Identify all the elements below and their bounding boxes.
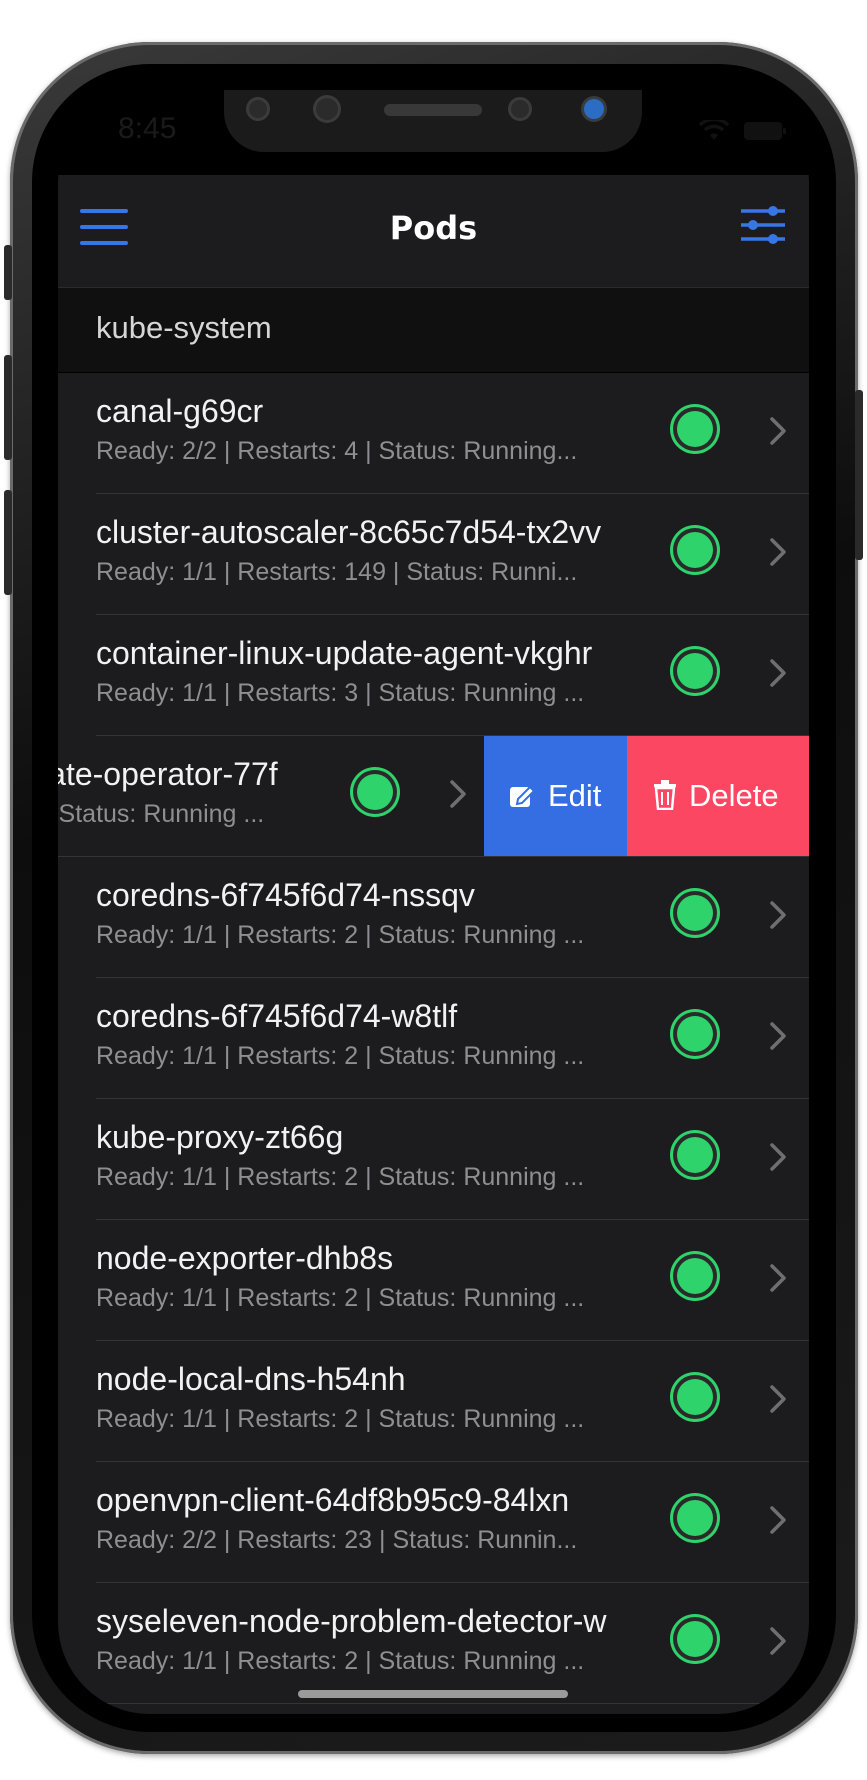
page-title: Pods <box>389 209 478 247</box>
list-item[interactable]: node-local-dns-h54nh Ready: 1/1 | Restar… <box>58 1341 809 1462</box>
chevron-right-icon <box>770 417 786 445</box>
pod-name: node-exporter-dhb8s <box>96 1240 394 1276</box>
navigation-bar: Pods <box>58 175 809 288</box>
volume-up-button <box>4 355 12 460</box>
status-indicator <box>677 1016 713 1052</box>
pod-details: Ready: 1/1 | Restarts: 5 | Status: Runni… <box>58 800 265 828</box>
battery-icon <box>744 122 786 140</box>
delete-label: Delete <box>689 778 779 813</box>
wifi-icon <box>699 120 729 140</box>
pod-details: Ready: 1/1 | Restarts: 2 | Status: Runni… <box>96 1647 585 1675</box>
trash-icon <box>654 780 676 810</box>
pod-name: syseleven-node-problem-detector-w <box>96 1603 607 1639</box>
chevron-right-icon <box>770 538 786 566</box>
list-item-swiped[interactable]: container-linux-update-operator-77f Read… <box>58 736 809 857</box>
edit-icon <box>510 785 536 807</box>
sensor-icon <box>316 98 338 120</box>
chevron-right-icon <box>770 901 786 929</box>
power-button <box>855 390 863 560</box>
speaker-grille <box>384 104 482 116</box>
camera-icon <box>584 99 604 119</box>
pod-details: Ready: 1/1 | Restarts: 2 | Status: Runni… <box>96 921 585 949</box>
status-indicator <box>677 1137 713 1173</box>
chevron-right-icon <box>770 659 786 687</box>
chevron-right-icon <box>770 1506 786 1534</box>
chevron-right-icon <box>770 1022 786 1050</box>
status-indicator <box>677 653 713 689</box>
list-item[interactable]: tiller-deploy-78f79bb476-dz6bz <box>58 1704 809 1714</box>
volume-down-button <box>4 490 12 595</box>
pod-name: container-linux-update-agent-vkghr <box>96 635 593 671</box>
pod-details: Ready: 1/1 | Restarts: 2 | Status: Runni… <box>96 1405 585 1433</box>
pod-name: kube-proxy-zt66g <box>96 1119 344 1155</box>
namespace-label: kube-system <box>96 310 272 345</box>
pod-details: Ready: 1/1 | Restarts: 2 | Status: Runni… <box>96 1163 585 1191</box>
status-indicator <box>677 1258 713 1294</box>
pod-name: canal-g69cr <box>96 393 264 429</box>
status-indicator <box>677 1379 713 1415</box>
filter-sliders-icon[interactable] <box>739 203 787 247</box>
pod-name: coredns-6f745f6d74-nssqv <box>96 877 475 913</box>
delete-button[interactable]: Delete <box>627 736 809 857</box>
status-indicator <box>677 411 713 447</box>
status-indicator <box>677 895 713 931</box>
chevron-right-icon <box>770 1385 786 1413</box>
status-indicator <box>677 1621 713 1657</box>
pod-name: node-local-dns-h54nh <box>96 1361 406 1397</box>
list-item[interactable]: container-linux-update-agent-vkghr Ready… <box>58 615 809 736</box>
list-item[interactable]: syseleven-node-problem-detector-w Ready:… <box>58 1583 809 1704</box>
pod-name: container-linux-update-operator-77f <box>58 756 278 792</box>
status-indicator <box>677 532 713 568</box>
pod-name: openvpn-client-64df8b95c9-84lxn <box>96 1482 570 1518</box>
pod-details: Ready: 1/1 | Restarts: 2 | Status: Runni… <box>96 1042 585 1070</box>
list-item[interactable]: node-exporter-dhb8s Ready: 1/1 | Restart… <box>58 1220 809 1341</box>
screen: 8:45 Pods kube-system canal-g69cr Ready:… <box>58 90 809 1714</box>
status-indicator <box>357 774 393 810</box>
status-indicator <box>677 1500 713 1536</box>
status-indicators <box>699 120 787 142</box>
edit-button[interactable]: Edit <box>484 736 627 857</box>
swiped-row-content: container-linux-update-operator-77f Read… <box>58 736 489 857</box>
pod-details: Ready: 1/1 | Restarts: 149 | Status: Run… <box>96 558 578 586</box>
pod-name: coredns-6f745f6d74-w8tlf <box>96 998 458 1034</box>
sensor-icon <box>249 100 267 118</box>
pod-details: Ready: 2/2 | Restarts: 23 | Status: Runn… <box>96 1526 578 1554</box>
pod-name: cluster-autoscaler-8c65c7d54-tx2vv <box>96 514 602 550</box>
sensor-icon <box>511 100 529 118</box>
edit-label: Edit <box>548 778 602 813</box>
pod-details: Ready: 1/1 | Restarts: 3 | Status: Runni… <box>96 679 585 707</box>
chevron-right-icon <box>770 1143 786 1171</box>
status-time: 8:45 <box>118 112 177 145</box>
chevron-right-icon <box>450 780 466 808</box>
pod-details: Ready: 2/2 | Restarts: 4 | Status: Runni… <box>96 437 578 465</box>
list-item[interactable]: cluster-autoscaler-8c65c7d54-tx2vv Ready… <box>58 494 809 615</box>
list-item[interactable]: coredns-6f745f6d74-nssqv Ready: 1/1 | Re… <box>58 857 809 978</box>
notch <box>224 90 642 152</box>
mute-switch <box>4 245 12 300</box>
chevron-right-icon <box>770 1264 786 1292</box>
list-item[interactable]: coredns-6f745f6d74-w8tlf Ready: 1/1 | Re… <box>58 978 809 1099</box>
pod-details: Ready: 1/1 | Restarts: 2 | Status: Runni… <box>96 1284 585 1312</box>
chevron-right-icon <box>770 1627 786 1655</box>
home-indicator[interactable] <box>298 1690 568 1698</box>
list-item[interactable]: kube-proxy-zt66g Ready: 1/1 | Restarts: … <box>58 1099 809 1220</box>
namespace-section-header: kube-system <box>58 288 809 372</box>
list-item[interactable]: openvpn-client-64df8b95c9-84lxn Ready: 2… <box>58 1462 809 1583</box>
list-item[interactable]: canal-g69cr Ready: 2/2 | Restarts: 4 | S… <box>58 373 809 494</box>
